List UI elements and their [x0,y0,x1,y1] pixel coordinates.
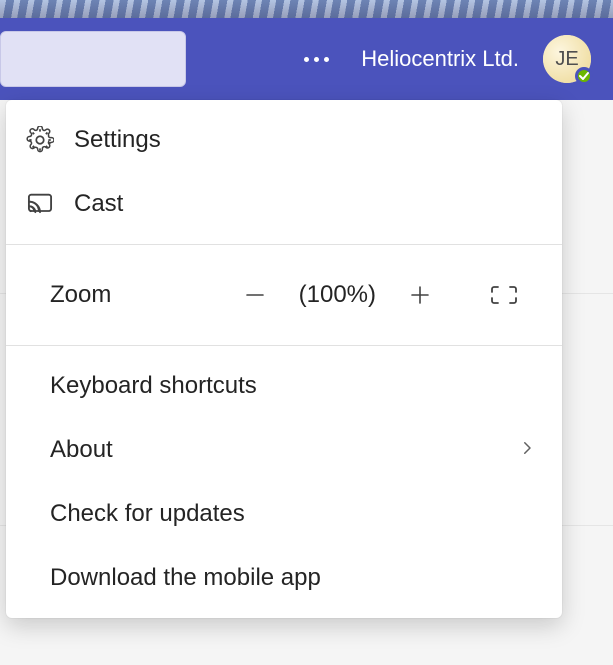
menu-item-download-mobile-app[interactable]: Download the mobile app [6,546,562,610]
menu-item-label: Download the mobile app [50,564,321,592]
ellipsis-icon [314,57,319,62]
search-input[interactable] [0,31,186,87]
cast-icon [24,190,56,218]
zoom-label: Zoom [50,281,111,309]
window-banner-image [0,0,613,18]
zoom-in-button[interactable] [392,267,448,323]
menu-item-label: Cast [74,190,123,218]
minus-icon [243,283,267,307]
zoom-control-row: Zoom (100%) [6,245,562,345]
title-bar: Heliocentrix Ltd. JE [0,18,613,100]
menu-item-check-updates[interactable]: Check for updates [6,482,562,546]
menu-item-cast[interactable]: Cast [6,172,562,236]
fullscreen-button[interactable] [476,267,532,323]
menu-item-label: About [50,436,113,464]
fullscreen-icon [489,284,519,306]
menu-item-label: Settings [74,126,161,154]
menu-item-settings[interactable]: Settings [6,108,562,172]
gear-icon [24,126,56,154]
ellipsis-icon [324,57,329,62]
more-options-button[interactable] [296,49,337,70]
presence-available-icon [575,67,593,85]
zoom-value: (100%) [293,281,382,309]
zoom-out-button[interactable] [227,267,283,323]
menu-item-label: Check for updates [50,500,245,528]
ellipsis-icon [304,57,309,62]
plus-icon [408,283,432,307]
organization-name[interactable]: Heliocentrix Ltd. [361,46,519,72]
menu-item-keyboard-shortcuts[interactable]: Keyboard shortcuts [6,354,562,418]
avatar[interactable]: JE [543,35,591,83]
menu-item-label: Keyboard shortcuts [50,372,257,400]
menu-item-about[interactable]: About [6,418,562,482]
chevron-right-icon [518,436,536,464]
more-options-menu: Settings Cast Zoom (100%) [6,100,562,618]
